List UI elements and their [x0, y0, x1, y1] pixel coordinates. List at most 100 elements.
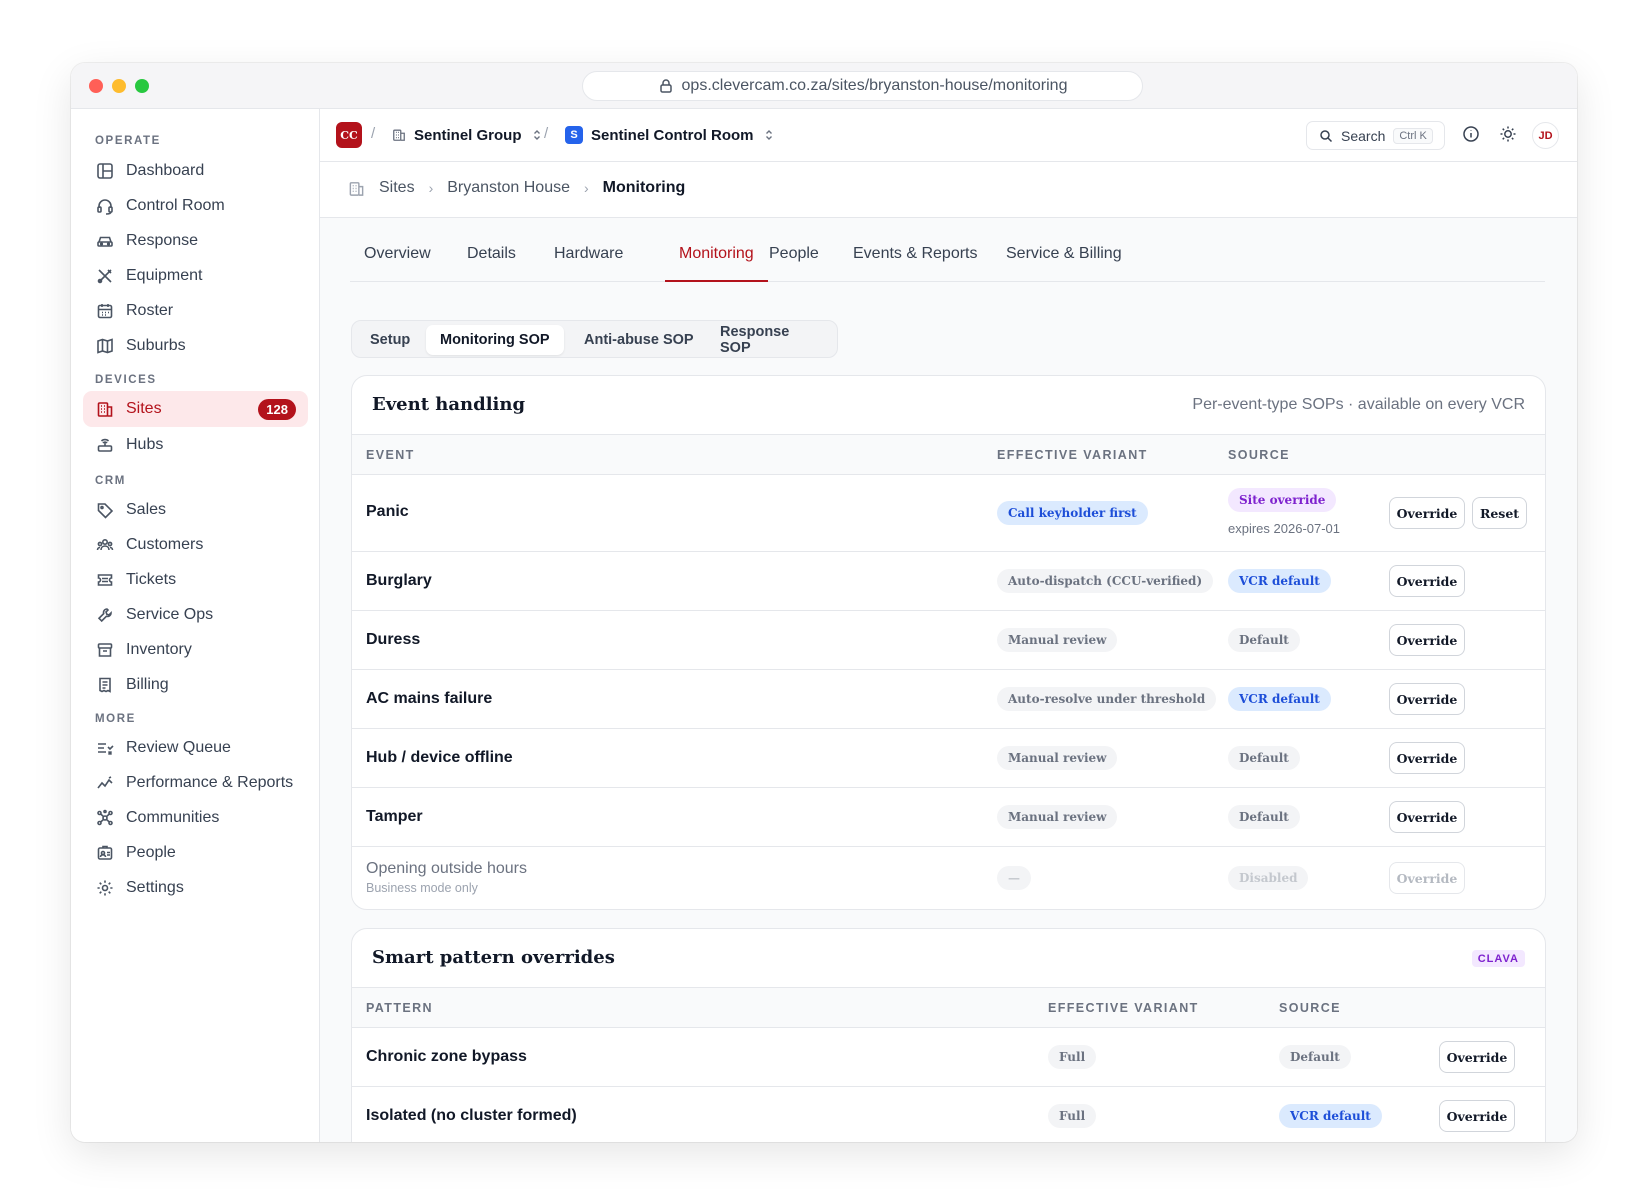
sidebar-item-label: Equipment — [126, 267, 203, 284]
context-bar: CC / Sentinel Group / S Sentinel Control… — [320, 109, 1577, 162]
sidebar-item-sales[interactable]: Sales — [83, 492, 308, 528]
override-button[interactable]: Override — [1389, 565, 1465, 597]
org-switcher[interactable]: Sentinel Group — [392, 123, 544, 147]
sidebar-section-crm: CRM — [95, 475, 126, 487]
sidebar-item-billing[interactable]: Billing — [83, 667, 308, 703]
tab-service-billing[interactable]: Service & Billing — [1006, 240, 1122, 282]
close-window-button[interactable] — [89, 79, 103, 93]
building-icon — [349, 181, 364, 196]
source-badge: Default — [1228, 628, 1300, 652]
sidebar-item-service-ops[interactable]: Service Ops — [83, 597, 308, 633]
sidebar-section-operate: OPERATE — [95, 135, 161, 147]
ticket-icon — [97, 574, 113, 586]
override-button[interactable]: Override — [1439, 1100, 1515, 1132]
sidebar-item-performance-reports[interactable]: Performance & Reports — [83, 765, 308, 801]
sidebar-item-customers[interactable]: Customers — [83, 527, 308, 563]
reset-button[interactable]: Reset — [1472, 497, 1527, 529]
card-subtitle: Per-event-type SOPs · available on every… — [1192, 396, 1525, 413]
layout-icon — [97, 163, 113, 179]
map-icon — [97, 338, 113, 354]
tab-people[interactable]: People — [769, 240, 819, 282]
pattern-name: Isolated (no cluster formed) — [366, 1107, 577, 1124]
sidebar-item-response[interactable]: Response — [83, 223, 308, 259]
info-icon — [1463, 126, 1479, 142]
search-button[interactable]: Search Ctrl K — [1306, 121, 1445, 150]
sidebar-item-label: Dashboard — [126, 162, 205, 179]
tab-events-reports[interactable]: Events & Reports — [853, 240, 978, 282]
site-tabs: Overview Details Hardware Monitoring Peo… — [350, 240, 1545, 282]
avatar[interactable]: JD — [1532, 122, 1559, 149]
lock-icon — [659, 79, 672, 93]
sidebar-item-settings[interactable]: Settings — [83, 870, 308, 906]
column-header-source: SOURCE — [1279, 1001, 1341, 1015]
variant-badge: Manual review — [997, 805, 1118, 829]
card-title: Event handling — [372, 394, 526, 415]
sidebar-item-label: Control Room — [126, 197, 225, 214]
info-button[interactable] — [1460, 123, 1482, 145]
override-button[interactable]: Override — [1389, 862, 1465, 894]
theme-toggle-button[interactable] — [1497, 123, 1519, 145]
sidebar-item-hubs[interactable]: Hubs — [83, 427, 308, 463]
sidebar-item-control-room[interactable]: Control Room — [83, 188, 308, 224]
minimize-window-button[interactable] — [112, 79, 126, 93]
sites-count-badge: 128 — [258, 399, 296, 420]
subtab-anti-abuse-sop[interactable]: Anti-abuse SOP — [570, 325, 708, 355]
sidebar-item-people[interactable]: People — [83, 835, 308, 871]
breadcrumb: Sites › Bryanston House › Monitoring — [348, 179, 685, 197]
variant-badge: Call keyholder first — [997, 501, 1148, 525]
override-button[interactable]: Override — [1389, 801, 1465, 833]
subtab-setup[interactable]: Setup — [356, 325, 424, 355]
search-icon — [1320, 129, 1333, 142]
sidebar-item-communities[interactable]: Communities — [83, 800, 308, 836]
sidebar-item-dashboard[interactable]: Dashboard — [83, 153, 308, 189]
override-button[interactable]: Override — [1389, 683, 1465, 715]
override-button[interactable]: Override — [1439, 1041, 1515, 1073]
table-row: AC mains failure Auto-resolve under thre… — [352, 670, 1545, 729]
headset-icon — [97, 199, 113, 215]
browser-window: ops.clevercam.co.za/sites/bryanston-hous… — [71, 63, 1577, 1142]
variant-badge: — — [997, 866, 1031, 890]
router-icon — [97, 438, 113, 452]
override-button[interactable]: Override — [1389, 497, 1465, 529]
sidebar-item-label: Inventory — [126, 641, 192, 658]
override-button[interactable]: Override — [1389, 624, 1465, 656]
sidebar-item-label: People — [126, 844, 176, 861]
address-bar[interactable]: ops.clevercam.co.za/sites/bryanston-hous… — [582, 71, 1143, 101]
sidebar-item-review-queue[interactable]: Review Queue — [83, 730, 308, 766]
sidebar-item-sites[interactable]: Sites 128 — [83, 391, 308, 427]
org-logo[interactable]: CC — [336, 122, 362, 148]
override-button[interactable]: Override — [1389, 742, 1465, 774]
maximize-window-button[interactable] — [135, 79, 149, 93]
sidebar-item-label: Billing — [126, 676, 169, 693]
event-note: Business mode only — [366, 881, 478, 895]
subtab-response-sop[interactable]: Response SOP — [706, 324, 837, 356]
variant-badge: Full — [1048, 1104, 1097, 1128]
url-text: ops.clevercam.co.za/sites/bryanston-hous… — [681, 77, 1068, 94]
breadcrumb-site[interactable]: Bryanston House — [447, 179, 570, 197]
tab-monitoring[interactable]: Monitoring — [665, 240, 768, 282]
building-icon — [97, 402, 113, 417]
search-shortcut: Ctrl K — [1393, 127, 1433, 144]
table-header: PATTERN EFFECTIVE VARIANT SOURCE — [352, 988, 1545, 1028]
sidebar-section-devices: DEVICES — [95, 374, 157, 386]
table-header: EVENT EFFECTIVE VARIANT SOURCE — [352, 435, 1545, 475]
chevron-updown-icon — [533, 130, 540, 140]
receipt-icon — [99, 677, 111, 693]
tab-overview[interactable]: Overview — [364, 240, 431, 282]
workspace-switcher[interactable]: S Sentinel Control Room — [565, 123, 776, 147]
calendar-icon — [97, 304, 113, 319]
tab-details[interactable]: Details — [467, 240, 516, 282]
source-badge: VCR default — [1228, 569, 1331, 593]
sidebar-item-equipment[interactable]: Equipment — [83, 258, 308, 294]
event-name: Tamper — [366, 808, 423, 825]
subtab-monitoring-sop[interactable]: Monitoring SOP — [426, 325, 564, 355]
sidebar-item-inventory[interactable]: Inventory — [83, 632, 308, 668]
sidebar-item-suburbs[interactable]: Suburbs — [83, 328, 308, 364]
sidebar-item-tickets[interactable]: Tickets — [83, 562, 308, 598]
source-badge: Default — [1228, 805, 1300, 829]
workspace-badge: S — [565, 126, 583, 144]
tab-hardware[interactable]: Hardware — [554, 240, 623, 282]
main-content: CC / Sentinel Group / S Sentinel Control… — [320, 109, 1577, 1142]
breadcrumb-sites[interactable]: Sites — [379, 179, 415, 197]
sidebar-item-roster[interactable]: Roster — [83, 293, 308, 329]
